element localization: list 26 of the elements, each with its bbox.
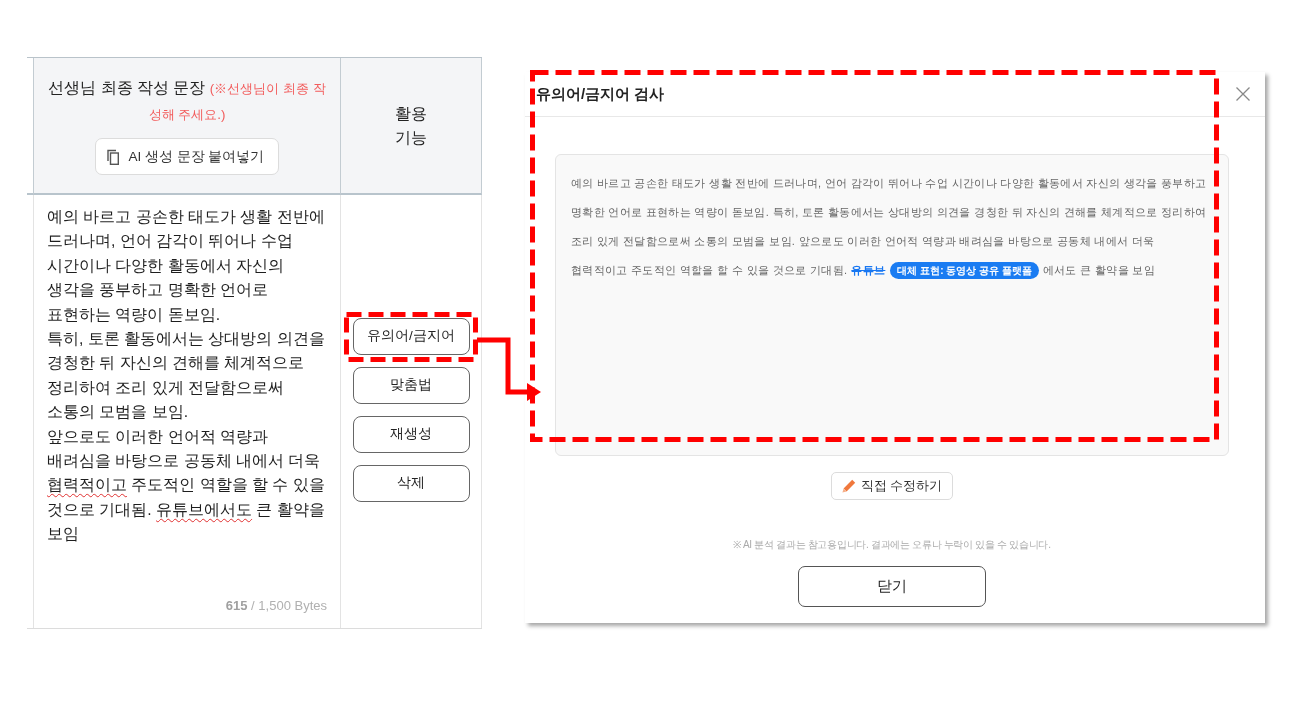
- result-text: 예의 바르고 공손한 태도가 생활 전반에 드러나며, 언어 감각이 뛰어나 수업 시간이나 다양한 활동에서 자신의 생각을 풍부하고: [571, 176, 1207, 191]
- misspelled-word: 협력적이고: [47, 476, 127, 494]
- misspelled-word: 유튜브에서도: [156, 500, 253, 518]
- result-text: 에서도 큰 활약을 보임: [1042, 263, 1155, 278]
- edit-button[interactable]: 직접 수정하기: [830, 472, 954, 500]
- paste-button[interactable]: AI 생성 문장 붙여넣기: [95, 138, 279, 175]
- column-heading: 활용 기능: [394, 103, 428, 148]
- close-button[interactable]: 닫기: [798, 566, 986, 607]
- text-field[interactable]: 예의 바르고 공손한 태도가 생활 전반에 드러나며, 언어 감각이 뛰어나 수업 시간이나 다양한 활동에서 자신의 생각을 풍부하고 명확한 언어로 표현하는 역량이 돋보임. 특히, 토론 활동에서는 상대방의 의견을 경청한 뒤 자신의 견해를 체계적으로 정리하여 조리 있게 전달함으로써 소통의 모범을 보임. 앞으로도 이러한 언어적 역량과 배려심을 바탕으로 공동체 내에서 더욱 협력적이고 주도적인 역할을 할 수 있을 것으로 기대됨. 유튜브에서도 큰 활약을 보임: [47, 205, 327, 598]
- close-icon[interactable]: [1236, 87, 1250, 101]
- byte-counter: 615 / 1,500 Bytes: [225, 598, 327, 613]
- tool-button[interactable]: 삭제: [352, 464, 470, 502]
- result-text: 협력적이고 주도적인 역할을 할 수 있을 것으로 기대됨.: [571, 263, 848, 278]
- column-heading: 선생님 최종 작성 문장 (※선생님이 최종 작성해 주세요.): [47, 78, 327, 124]
- suggestion-badge[interactable]: 대체 표현: 동영상 공유 플랫폼: [890, 262, 1039, 279]
- tool-button[interactable]: 유의어/금지어: [352, 317, 470, 355]
- result-text: 명확한 언어로 표현하는 역량이 돋보임. 특히, 토론 활동에서는 상대방의 의견을 경청한 뒤 자신의 견해를 체계적으로 정리하여: [571, 205, 1207, 220]
- tool-button[interactable]: 재생성: [352, 415, 470, 453]
- copy-icon: [107, 148, 120, 165]
- notice-text: ※ AI 분석 결과는 참고용입니다. 결과에는 오류나 누락이 있을 수 있습니다.: [733, 538, 1051, 552]
- flagged-word[interactable]: 유튜브: [851, 263, 886, 278]
- dialog-title: 유의어/금지어 검사: [536, 84, 665, 104]
- pencil-icon: [841, 479, 856, 493]
- tool-button[interactable]: 맞춤법: [352, 366, 470, 404]
- connector-arrow: [477, 337, 541, 402]
- result-text: 조리 있게 전달함으로써 소통의 모범을 보임. 앞으로도 이러한 언어적 역량과 배려심을 바탕으로 공동체 내에서 더욱: [571, 234, 1155, 249]
